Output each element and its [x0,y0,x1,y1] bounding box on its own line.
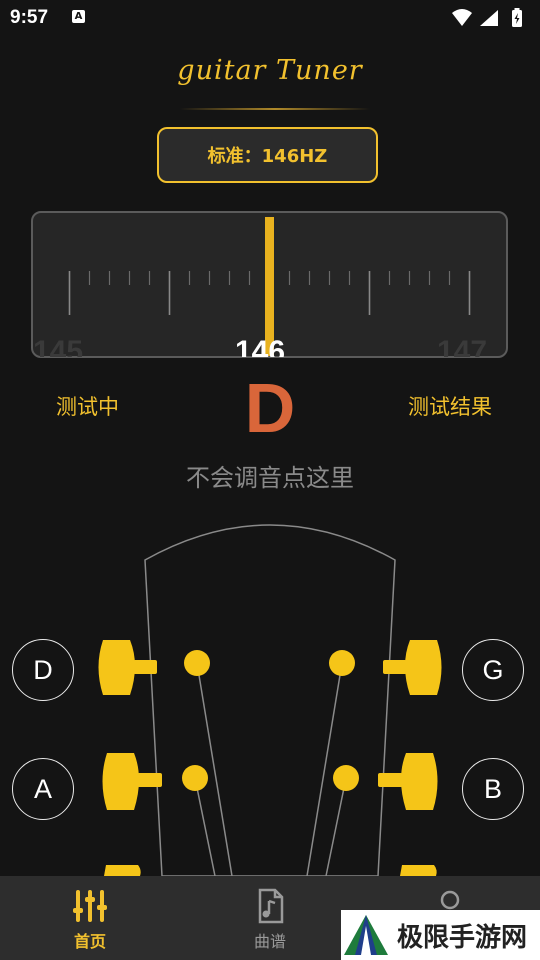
string-b-label: B [483,773,502,804]
meter-left-frequency: 145 [33,335,84,357]
string-button-d[interactable]: D [12,639,74,701]
sliders-icon [73,890,107,922]
string-button-b[interactable]: B [462,758,524,820]
string-button-a[interactable]: A [12,758,74,820]
watermark-logo-icon [344,915,388,955]
watermark-text: 极限手游网 [397,922,528,953]
tuning-peg-b [333,753,438,810]
string-g-label: G [482,654,504,685]
meter-current-frequency: 146 [235,335,286,357]
music-file-icon [258,888,284,924]
meter-right-frequency: 147 [437,335,488,357]
string-button-g[interactable]: G [462,639,524,701]
tab-sheet-music-label: 曲谱 [253,932,286,951]
test-result-button[interactable]: 测试结果 [408,391,492,421]
tuning-peg-d [98,640,210,695]
tab-home-label: 首页 [73,932,106,951]
tab-sheet-music[interactable]: 曲谱 [180,876,360,960]
string-d-label: D [33,654,53,685]
tuning-peg-g [329,640,442,695]
tab-home[interactable]: 首页 [0,876,180,960]
site-watermark: 极限手游网 [341,910,540,960]
meter-frequency-labels: 145 146 147 [0,0,540,357]
guitar-headstock [98,524,442,876]
string-a-label: A [33,773,52,804]
tuning-help-link[interactable]: 不会调音点这里 [0,458,540,493]
